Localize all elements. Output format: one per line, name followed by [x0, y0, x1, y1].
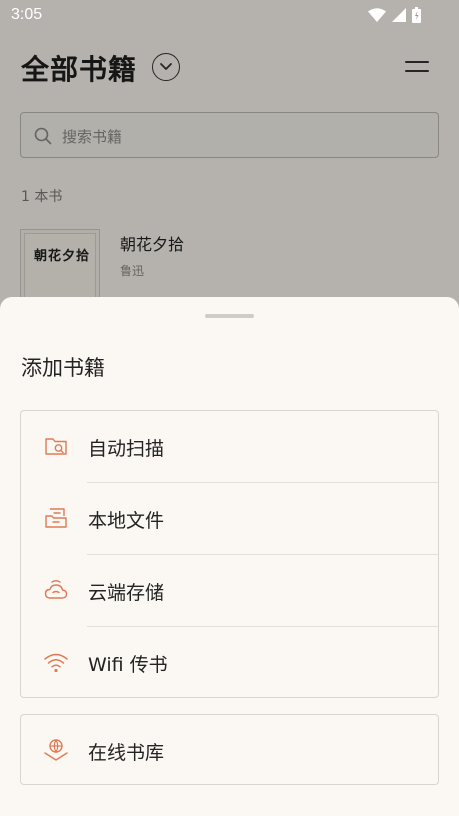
online-library-icon — [44, 739, 68, 761]
wifi-signal-icon — [368, 8, 386, 22]
local-file-icon — [45, 508, 67, 528]
option-cloud-storage[interactable]: 云端存储 — [21, 555, 438, 627]
add-books-sheet: 添加书籍 自动扫描 本地文件 云端存储 Wifi 传书 在线书库 — [0, 297, 459, 816]
status-time: 3:05 — [11, 6, 43, 23]
option-label: 云端存储 — [88, 582, 165, 604]
battery-icon — [412, 7, 421, 23]
option-wifi-transfer[interactable]: Wifi 传书 — [21, 627, 438, 699]
cell-signal-icon — [392, 8, 406, 22]
option-local-file[interactable]: 本地文件 — [21, 483, 438, 555]
cloud-icon — [44, 580, 68, 599]
add-options-list: 自动扫描 本地文件 云端存储 Wifi 传书 — [20, 410, 439, 698]
sheet-drag-handle[interactable] — [205, 314, 254, 318]
option-label: Wifi 传书 — [88, 654, 168, 676]
status-bar: 3:05 — [0, 0, 459, 30]
status-icons — [368, 6, 421, 24]
option-online-library[interactable]: 在线书库 — [20, 714, 439, 785]
folder-search-icon — [45, 438, 67, 455]
wifi-icon — [44, 653, 68, 673]
sheet-title: 添加书籍 — [21, 356, 105, 380]
option-label: 自动扫描 — [88, 438, 165, 460]
option-label: 本地文件 — [88, 510, 165, 532]
option-auto-scan[interactable]: 自动扫描 — [21, 411, 438, 483]
option-label: 在线书库 — [88, 742, 165, 764]
